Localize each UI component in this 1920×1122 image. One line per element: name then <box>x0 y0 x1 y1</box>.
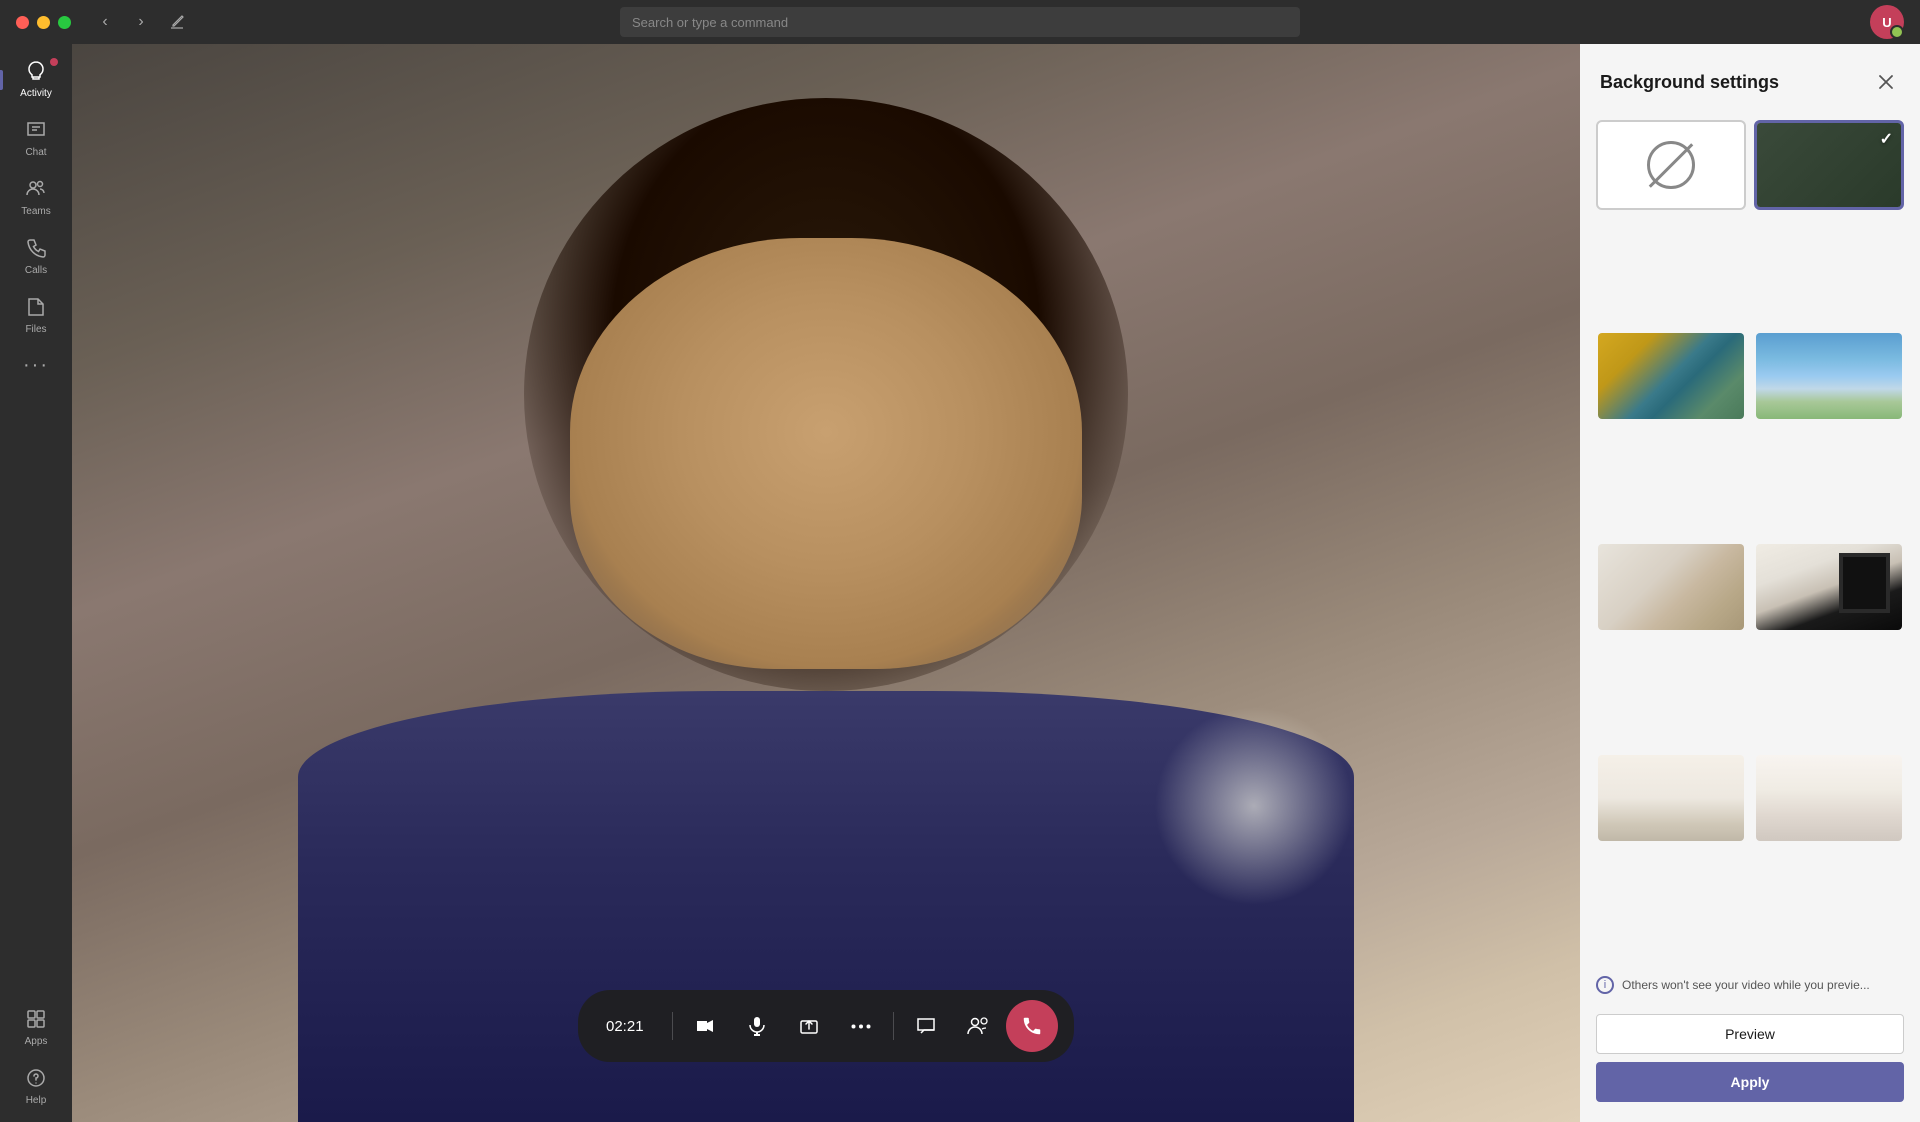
more-icon: ··· <box>23 355 49 375</box>
sidebar-item-help[interactable]: Help <box>4 1059 68 1114</box>
modern2-bg <box>1756 755 1902 841</box>
teams-icon <box>25 178 47 204</box>
sidebar-item-apps[interactable]: Apps <box>4 1000 68 1055</box>
calls-icon <box>25 237 47 263</box>
apply-button[interactable]: Apply <box>1596 1062 1904 1102</box>
share-button[interactable] <box>785 1002 833 1050</box>
info-text: Others won't see your video while you pr… <box>1622 978 1870 992</box>
titlebar-right: U <box>1870 5 1920 39</box>
bg-thumb-none[interactable] <box>1596 120 1746 210</box>
bg-thumb-office[interactable] <box>1596 331 1746 421</box>
interior2-bg <box>1756 544 1902 630</box>
end-call-button[interactable] <box>1006 1000 1058 1052</box>
bg-thumb-dark[interactable]: ✓ <box>1754 120 1904 210</box>
divider2 <box>893 1012 894 1040</box>
search-bar[interactable] <box>620 7 1300 37</box>
panel-header: Background settings <box>1580 44 1920 112</box>
video-area: 02:21 <box>72 44 1580 1122</box>
back-button[interactable]: ‹ <box>91 8 119 36</box>
activity-icon <box>25 60 47 86</box>
files-icon <box>25 296 47 322</box>
apps-icon <box>25 1008 47 1034</box>
avatar[interactable]: U <box>1870 5 1904 39</box>
help-label: Help <box>26 1095 47 1106</box>
camera-button[interactable] <box>681 1002 729 1050</box>
bg-thumb-modern1[interactable] <box>1596 753 1746 843</box>
sidebar-item-more[interactable]: ··· <box>4 347 68 383</box>
office-bg <box>1598 333 1744 419</box>
titlebar: ‹ › U <box>0 0 1920 44</box>
forward-button[interactable]: › <box>127 8 155 36</box>
chat-icon <box>25 119 47 145</box>
compose-button[interactable] <box>163 8 191 36</box>
sidebar-item-files[interactable]: Files <box>4 288 68 343</box>
calls-label: Calls <box>25 265 47 276</box>
action-buttons: Preview Apply <box>1580 1006 1920 1122</box>
sidebar-item-teams[interactable]: Teams <box>4 170 68 225</box>
selected-check: ✓ <box>1880 129 1893 149</box>
call-controls: 02:21 <box>578 990 1074 1062</box>
bg-thumb-modern2[interactable] <box>1754 753 1904 843</box>
info-icon: i <box>1596 976 1614 994</box>
files-label: Files <box>25 324 46 335</box>
nav-buttons: ‹ › <box>71 8 191 36</box>
bg-thumb-interior1[interactable] <box>1596 542 1746 632</box>
traffic-lights <box>0 16 71 29</box>
main-content: Activity Chat Teams <box>0 44 1920 1122</box>
activity-label: Activity <box>20 88 52 99</box>
chat-label: Chat <box>25 147 46 158</box>
interior1-bg <box>1598 544 1744 630</box>
help-icon <box>25 1067 47 1093</box>
outdoor-bg <box>1756 333 1902 419</box>
info-bar: i Others won't see your video while you … <box>1580 964 1920 1006</box>
microphone-button[interactable] <box>733 1002 781 1050</box>
meeting-chat-button[interactable] <box>902 1002 950 1050</box>
more-options-button[interactable] <box>837 1002 885 1050</box>
teams-label: Teams <box>21 206 50 217</box>
bg-thumb-interior2[interactable] <box>1754 542 1904 632</box>
sidebar-item-calls[interactable]: Calls <box>4 229 68 284</box>
apps-label: Apps <box>25 1036 48 1047</box>
no-background-icon <box>1647 141 1695 189</box>
search-input[interactable] <box>620 7 1300 37</box>
divider <box>672 1012 673 1040</box>
modern1-bg <box>1598 755 1744 841</box>
notification-dot <box>50 58 58 66</box>
sidebar-item-activity[interactable]: Activity <box>4 52 68 107</box>
background-grid: ✓ <box>1580 112 1920 964</box>
maximize-button[interactable] <box>58 16 71 29</box>
sidebar-item-chat[interactable]: Chat <box>4 111 68 166</box>
sidebar: Activity Chat Teams <box>0 44 72 1122</box>
bg-thumb-outdoor[interactable] <box>1754 331 1904 421</box>
close-button[interactable] <box>16 16 29 29</box>
call-timer: 02:21 <box>594 1018 664 1035</box>
preview-button[interactable]: Preview <box>1596 1014 1904 1054</box>
close-panel-button[interactable] <box>1872 68 1900 96</box>
video-background <box>72 44 1580 1122</box>
participants-button[interactable] <box>954 1002 1002 1050</box>
panel-title: Background settings <box>1600 72 1779 93</box>
minimize-button[interactable] <box>37 16 50 29</box>
background-settings-panel: Background settings ✓ <box>1580 44 1920 1122</box>
